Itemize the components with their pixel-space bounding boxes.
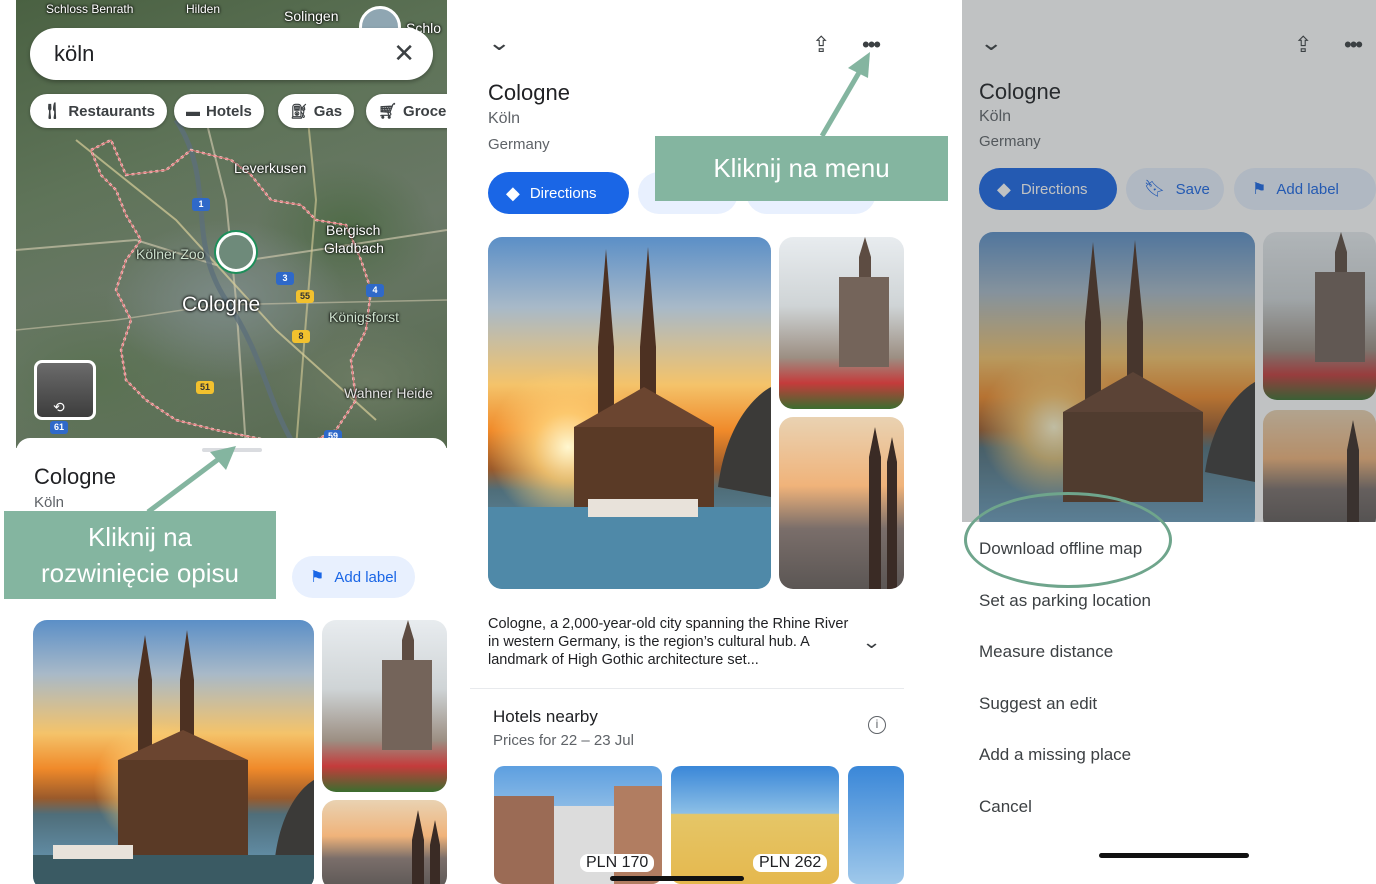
- chip-grocer[interactable]: 🛒︎ Grocer: [366, 94, 447, 128]
- chip-label: Gas: [313, 102, 343, 120]
- place-title: Cologne: [34, 464, 116, 489]
- place-subtitle: Köln: [488, 110, 521, 127]
- home-indicator: [1099, 853, 1249, 858]
- map-label-gladbach: Gladbach: [324, 240, 384, 256]
- hotel-card[interactable]: PLN 170: [494, 766, 662, 884]
- cart-icon: 🛒︎: [378, 103, 398, 120]
- callout-text: Kliknij na menu: [713, 153, 890, 183]
- place-photo-church[interactable]: [322, 620, 447, 792]
- chevron-down-icon[interactable]: ⌄: [487, 30, 511, 56]
- map-label-leverkusen: Leverkusen: [234, 160, 307, 176]
- menu-item-set-parking[interactable]: Set as parking location: [979, 591, 1151, 611]
- callout-arrow: [819, 52, 870, 138]
- chip-label: Hotels: [206, 102, 252, 120]
- home-indicator: [610, 876, 744, 881]
- hotels-price-dates: Prices for 22 – 23 Jul: [493, 732, 634, 749]
- road-shield: 3: [276, 272, 294, 285]
- directions-button[interactable]: ◆ Directions: [488, 172, 629, 214]
- map-label-city[interactable]: Cologne: [182, 293, 260, 317]
- info-icon[interactable]: i: [868, 716, 886, 734]
- place-photo-skyline[interactable]: [322, 800, 447, 884]
- zoo-place-pin[interactable]: [216, 232, 256, 272]
- place-subtitle: Köln: [34, 494, 65, 511]
- hotel-card[interactable]: [848, 766, 904, 884]
- bed-icon: ▬: [186, 103, 200, 119]
- map-label-bergisch: Bergisch: [326, 222, 381, 238]
- flag-icon: ⚑: [310, 569, 325, 586]
- road-shield: 61: [50, 421, 68, 434]
- place-photo-skyline[interactable]: [779, 417, 904, 589]
- add-label-text: Add label: [334, 568, 397, 586]
- options-menu-screen: ⌄ ⇪ ••• Cologne Köln Germany ◆ Direction…: [962, 0, 1376, 884]
- hotel-price: PLN 262: [753, 854, 828, 872]
- chip-label: Grocer: [403, 102, 447, 120]
- callout-expand-description: Kliknij na rozwinięcie opisu: [4, 511, 276, 599]
- chip-label: Restaurants: [68, 102, 156, 120]
- menu-item-suggest-edit[interactable]: Suggest an edit: [979, 694, 1097, 714]
- hotel-card[interactable]: PLN 262: [671, 766, 839, 884]
- road-shield: 8: [292, 330, 310, 343]
- expand-description-icon[interactable]: ⌄: [862, 632, 882, 653]
- modal-scrim[interactable]: [962, 0, 1376, 522]
- search-input[interactable]: köln: [54, 41, 94, 67]
- map-label-wahner-heide: Wahner Heide: [344, 385, 433, 401]
- menu-item-measure-distance[interactable]: Measure distance: [979, 642, 1113, 662]
- menu-item-cancel[interactable]: Cancel: [979, 797, 1032, 817]
- place-photo-main[interactable]: [33, 620, 314, 884]
- chip-restaurants[interactable]: 🍴︎ Restaurants: [30, 94, 168, 128]
- satellite-map[interactable]: Schloss Benrath Hilden Solingen Schlo kö…: [16, 0, 447, 448]
- street-view-icon: ⟲: [53, 399, 65, 415]
- hotel-price: PLN 170: [580, 854, 655, 872]
- divider: [470, 688, 904, 689]
- directions-icon: ◆: [506, 182, 520, 203]
- map-label-hilden: Hilden: [186, 2, 221, 16]
- close-icon[interactable]: ✕: [393, 38, 415, 69]
- gas-pump-icon: ⛽︎: [290, 102, 308, 119]
- road-shield: 55: [296, 290, 314, 303]
- map-label-solingen: Solingen: [284, 8, 339, 24]
- map-label-benrath: Schloss Benrath: [46, 2, 134, 16]
- street-view-thumbnail[interactable]: ⟲: [34, 360, 96, 420]
- road-shield: 4: [366, 284, 384, 297]
- map-label-zoo[interactable]: Kölner Zoo: [136, 246, 204, 262]
- map-label-konigsforst: Königsforst: [329, 309, 400, 325]
- road-shield: 51: [196, 381, 214, 394]
- callout-text: Kliknij na rozwinięcie opisu: [41, 522, 239, 588]
- place-photo-church[interactable]: [779, 237, 904, 409]
- callout-open-menu: Kliknij na menu: [655, 136, 948, 201]
- chip-gas[interactable]: ⛽︎ Gas: [278, 94, 355, 128]
- place-country: Germany: [488, 136, 550, 153]
- add-label-button[interactable]: ⚑ Add label: [292, 556, 415, 598]
- chip-hotels[interactable]: ▬ Hotels: [174, 94, 264, 128]
- cathedral-silhouette: [488, 247, 771, 589]
- place-description[interactable]: Cologne, a 2,000-year-old city spanning …: [488, 615, 854, 669]
- place-title: Cologne: [488, 80, 570, 105]
- place-photo-main[interactable]: [488, 237, 771, 589]
- callout-arrow: [146, 446, 236, 514]
- fork-knife-icon: 🍴︎: [42, 103, 63, 120]
- cathedral-silhouette: [33, 630, 314, 884]
- highlight-ring: [964, 492, 1172, 588]
- search-bar[interactable]: köln ✕: [30, 28, 433, 80]
- road-shield: 1: [192, 198, 210, 211]
- directions-label: Directions: [529, 184, 597, 202]
- menu-item-add-missing-place[interactable]: Add a missing place: [979, 745, 1131, 765]
- hotels-nearby-title: Hotels nearby: [493, 707, 598, 726]
